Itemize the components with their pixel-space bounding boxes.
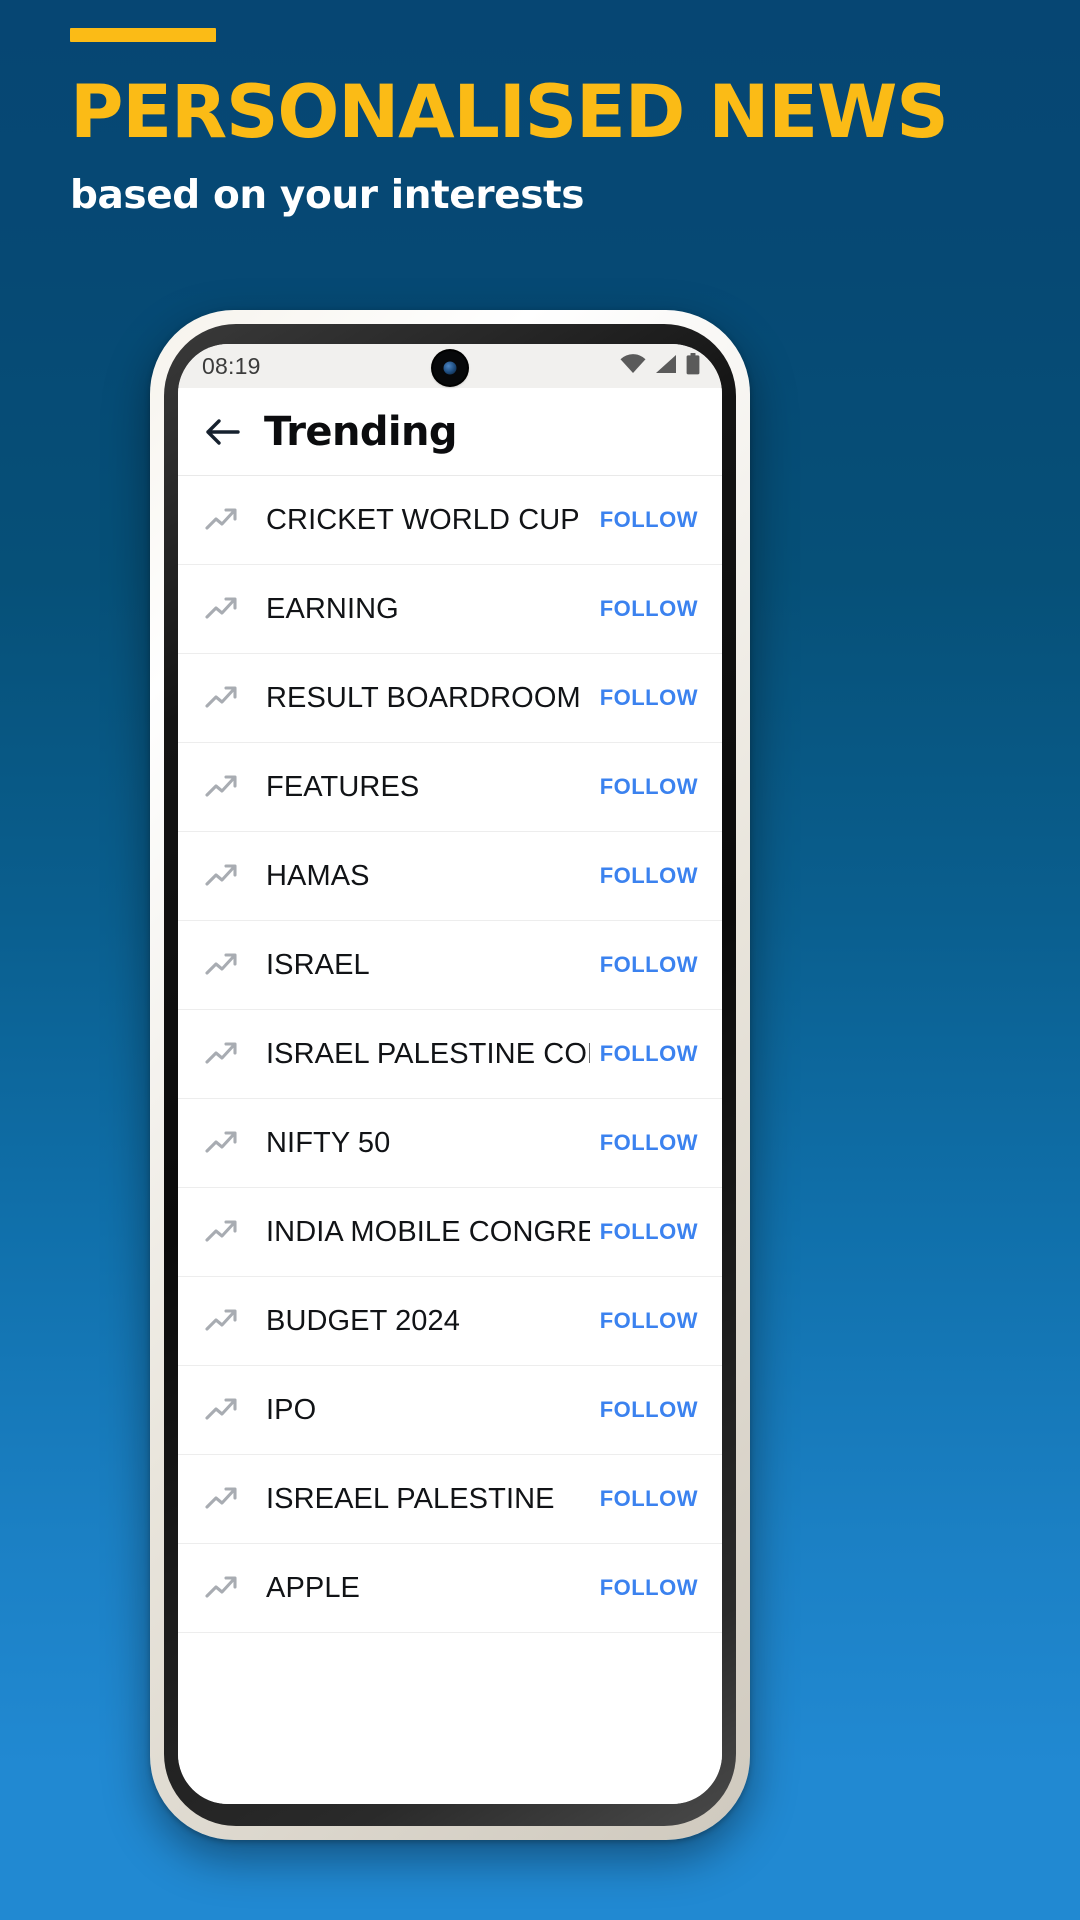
trending-list-item[interactable]: FEATURES FOLLOW xyxy=(178,743,722,832)
follow-button[interactable]: FOLLOW xyxy=(590,768,700,806)
follow-button[interactable]: FOLLOW xyxy=(590,590,700,628)
trending-list-item[interactable]: INDIA MOBILE CONGRESSFOLLOW xyxy=(178,1188,722,1277)
battery-icon xyxy=(686,352,700,380)
follow-button[interactable]: FOLLOW xyxy=(590,1302,700,1340)
follow-button[interactable]: FOLLOW xyxy=(590,1124,700,1162)
accent-rule xyxy=(70,28,216,42)
follow-button[interactable]: FOLLOW xyxy=(590,857,700,895)
follow-button[interactable]: FOLLOW xyxy=(590,679,700,717)
android-status-bar: 08:19 xyxy=(178,344,722,388)
trending-item-label: NIFTY 50 xyxy=(266,1126,391,1159)
trending-item-label: HAMAS xyxy=(266,859,370,892)
trending-item-label: CRICKET WORLD CUP xyxy=(266,503,580,536)
trending-up-icon xyxy=(204,1036,240,1072)
trending-list-item[interactable]: APPLE FOLLOW xyxy=(178,1544,722,1633)
trending-item-label: EARNING xyxy=(266,592,399,625)
app-bar-title: Trending xyxy=(264,408,457,455)
follow-button[interactable]: FOLLOW xyxy=(590,946,700,984)
trending-up-icon xyxy=(204,591,240,627)
follow-button[interactable]: FOLLOW xyxy=(590,1035,700,1073)
trending-item-label: ISRAEL PALESTINE CONFLICT xyxy=(266,1037,590,1070)
trending-up-icon xyxy=(204,769,240,805)
trending-item-label: ISREAEL PALESTINE xyxy=(266,1482,555,1515)
trending-up-icon xyxy=(204,1392,240,1428)
trending-up-icon xyxy=(204,1303,240,1339)
trending-up-icon xyxy=(204,947,240,983)
trending-up-icon xyxy=(204,680,240,716)
trending-list-item[interactable]: ISREAEL PALESTINE FOLLOW xyxy=(178,1455,722,1544)
follow-button[interactable]: FOLLOW xyxy=(590,501,700,539)
follow-button[interactable]: FOLLOW xyxy=(590,1480,700,1518)
trending-up-icon xyxy=(204,1570,240,1606)
cellular-signal-icon xyxy=(655,354,677,379)
status-bar-time: 08:19 xyxy=(202,352,261,379)
page-title: PERSONALISED NEWS xyxy=(70,70,949,155)
wifi-icon xyxy=(620,353,646,379)
trending-list-item[interactable]: HAMAS FOLLOW xyxy=(178,832,722,921)
phone-mockup: 08:19 Trending CRICKET WORLD CUP FOLLOW … xyxy=(150,310,750,1840)
phone-screen: 08:19 Trending CRICKET WORLD CUP FOLLOW … xyxy=(178,344,722,1804)
follow-button[interactable]: FOLLOW xyxy=(590,1391,700,1429)
trending-list-item[interactable]: NIFTY 50 FOLLOW xyxy=(178,1099,722,1188)
app-bar: Trending xyxy=(178,388,722,476)
trending-list-item[interactable]: EARNING FOLLOW xyxy=(178,565,722,654)
trending-item-label: IPO xyxy=(266,1393,317,1426)
follow-button[interactable]: FOLLOW xyxy=(590,1213,700,1251)
trending-up-icon xyxy=(204,1125,240,1161)
status-bar-icons xyxy=(620,352,700,380)
back-arrow-icon[interactable] xyxy=(202,412,242,452)
trending-up-icon xyxy=(204,1214,240,1250)
trending-list[interactable]: CRICKET WORLD CUP FOLLOW EARNING FOLLOW RESU… xyxy=(178,476,722,1804)
promo-stage: PERSONALISED NEWS based on your interest… xyxy=(0,0,1080,1920)
front-camera-punch-hole xyxy=(433,351,467,385)
promo-headline-block: PERSONALISED NEWS based on your interest… xyxy=(70,28,1030,218)
trending-list-item[interactable]: RESULT BOARDROOM FOLLOW xyxy=(178,654,722,743)
trending-list-item[interactable]: ISRAEL PALESTINE CONFLICTFOLLOW xyxy=(178,1010,722,1099)
trending-list-item[interactable]: BUDGET 2024 FOLLOW xyxy=(178,1277,722,1366)
trending-item-label: RESULT BOARDROOM xyxy=(266,681,581,714)
trending-up-icon xyxy=(204,502,240,538)
trending-item-label: INDIA MOBILE CONGRESS xyxy=(266,1215,590,1248)
trending-item-label: APPLE xyxy=(266,1571,360,1604)
follow-button[interactable]: FOLLOW xyxy=(590,1569,700,1607)
trending-item-label: FEATURES xyxy=(266,770,420,803)
trending-item-label: ISRAEL xyxy=(266,948,370,981)
trending-list-item[interactable]: CRICKET WORLD CUP FOLLOW xyxy=(178,476,722,565)
trending-list-item[interactable]: ISRAEL FOLLOW xyxy=(178,921,722,1010)
trending-up-icon xyxy=(204,1481,240,1517)
page-subtitle: based on your interests xyxy=(70,173,585,218)
trending-up-icon xyxy=(204,858,240,894)
trending-item-label: BUDGET 2024 xyxy=(266,1304,460,1337)
trending-list-item[interactable]: IPO FOLLOW xyxy=(178,1366,722,1455)
